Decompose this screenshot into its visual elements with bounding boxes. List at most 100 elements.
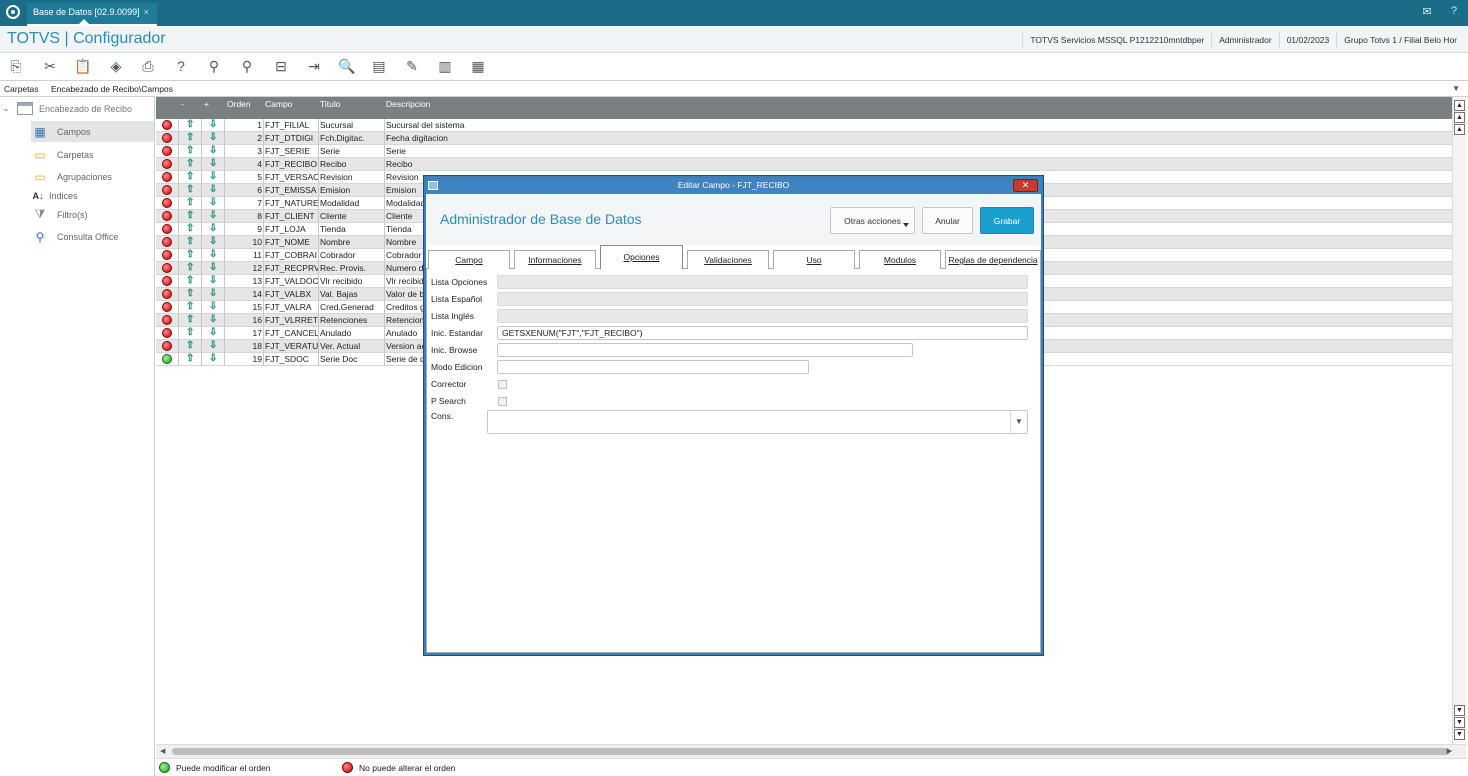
- scroll-up-icon[interactable]: ▲: [1454, 124, 1465, 135]
- move-down-icon[interactable]: ⇩: [209, 171, 217, 182]
- scroll-left-icon[interactable]: ◀: [160, 747, 165, 755]
- print-icon[interactable]: ⎙: [138, 56, 158, 76]
- scroll-bottom-icon[interactable]: ▼: [1454, 729, 1465, 740]
- inic-estandar-field[interactable]: GETSXENUM("FJT","FJT_RECIBO"): [497, 326, 1028, 340]
- table-row[interactable]: ⇧ ⇩ 3 FJT_SERIE Serie Serie: [156, 145, 1452, 158]
- move-up-icon[interactable]: ⇧: [186, 223, 194, 234]
- paste-icon[interactable]: 📋: [73, 56, 93, 76]
- copy-icon[interactable]: ⎘: [6, 56, 26, 76]
- close-icon[interactable]: ✕: [1013, 179, 1038, 192]
- edit-document-icon[interactable]: ✎: [402, 56, 422, 76]
- eraser-icon[interactable]: ◈: [106, 56, 126, 76]
- move-down-icon[interactable]: ⇩: [209, 340, 217, 351]
- totvs-logo-icon[interactable]: [6, 5, 20, 19]
- move-down-icon[interactable]: ⇩: [209, 236, 217, 247]
- move-down-icon[interactable]: ⇩: [209, 275, 217, 286]
- move-up-icon[interactable]: ⇧: [186, 249, 194, 260]
- col-orden-header[interactable]: Orden: [227, 99, 251, 109]
- sidebar-item-agrupaciones[interactable]: ▭ Agrupaciones: [31, 166, 154, 187]
- move-up-icon[interactable]: ⇧: [186, 171, 194, 182]
- chevron-down-icon[interactable]: ⌄: [3, 104, 13, 113]
- chevron-down-icon[interactable]: ▼: [1010, 411, 1027, 433]
- scroll-down-icon[interactable]: ▼: [1454, 705, 1465, 716]
- move-down-icon[interactable]: ⇩: [209, 158, 217, 169]
- move-up-icon[interactable]: ⇧: [186, 301, 194, 312]
- table-icon[interactable]: ▦: [468, 56, 488, 76]
- cons-estandar-combo[interactable]: ▼: [487, 410, 1028, 434]
- sidebar-item-filtros[interactable]: ⧩ Filtro(s): [31, 204, 154, 225]
- scroll-page-up-icon[interactable]: ▲: [1454, 112, 1465, 123]
- scroll-page-down-icon[interactable]: ▼: [1454, 717, 1465, 728]
- app-tab[interactable]: Base de Datos [02.9.0099] ×: [27, 3, 157, 26]
- mail-icon[interactable]: ✉: [1420, 5, 1434, 19]
- move-up-icon[interactable]: ⇧: [186, 210, 194, 221]
- move-down-icon[interactable]: ⇩: [209, 223, 217, 234]
- cut-icon[interactable]: ✂: [40, 56, 60, 76]
- move-up-icon[interactable]: ⇧: [186, 314, 194, 325]
- move-up-icon[interactable]: ⇧: [186, 262, 194, 273]
- scroll-right-icon[interactable]: ▶: [1447, 747, 1452, 755]
- col-campo-header[interactable]: Campo: [265, 99, 292, 109]
- table-row[interactable]: ⇧ ⇩ 2 FJT_DTDIGI Fch.Digitac. Fecha digitacio…: [156, 132, 1452, 145]
- move-down-icon[interactable]: ⇩: [209, 314, 217, 325]
- tab-uso[interactable]: Uso: [773, 250, 855, 269]
- move-down-icon[interactable]: ⇩: [209, 327, 217, 338]
- move-up-icon[interactable]: ⇧: [186, 288, 194, 299]
- move-down-icon[interactable]: ⇩: [209, 119, 217, 130]
- move-up-icon[interactable]: ⇧: [186, 145, 194, 156]
- sidebar-item-campos[interactable]: ▦ Campos: [31, 121, 154, 142]
- move-up-icon[interactable]: ⇧: [186, 158, 194, 169]
- sidebar-item-carpetas[interactable]: ▭ Carpetas: [31, 144, 154, 165]
- corrector-checkbox[interactable]: [498, 380, 507, 389]
- move-down-icon[interactable]: ⇩: [209, 210, 217, 221]
- col-titulo-header[interactable]: Titulo: [320, 99, 340, 109]
- inic-browse-field[interactable]: [497, 343, 913, 357]
- move-down-icon[interactable]: ⇩: [209, 249, 217, 260]
- horizontal-scrollbar[interactable]: ◀ ▶: [156, 744, 1466, 758]
- move-down-icon[interactable]: ⇩: [209, 353, 217, 364]
- new-document-icon[interactable]: ▤: [369, 56, 389, 76]
- table-delete-icon[interactable]: ⊟: [271, 56, 291, 76]
- help-icon[interactable]: ?: [171, 56, 191, 76]
- horizontal-scroll-thumb[interactable]: [172, 748, 1450, 755]
- tab-informaciones[interactable]: Informaciones: [514, 250, 596, 269]
- move-up-icon[interactable]: ⇧: [186, 119, 194, 130]
- move-up-icon[interactable]: ⇧: [186, 340, 194, 351]
- tab-campo[interactable]: Campo: [428, 250, 510, 269]
- modo-edicion-field[interactable]: [497, 360, 809, 374]
- search-next-icon[interactable]: ⚲: [237, 56, 257, 76]
- move-down-icon[interactable]: ⇩: [209, 262, 217, 273]
- p-search-checkbox[interactable]: [498, 397, 507, 406]
- tab-modulos[interactable]: Modulos: [859, 250, 941, 269]
- move-up-icon[interactable]: ⇧: [186, 236, 194, 247]
- tab-validaciones[interactable]: Validaciones: [687, 250, 769, 269]
- move-up-icon[interactable]: ⇧: [186, 132, 194, 143]
- breadcrumb-dropdown-icon[interactable]: ▼: [1452, 84, 1460, 93]
- app-tab-close-icon[interactable]: ×: [144, 7, 149, 17]
- scroll-top-icon[interactable]: ▲: [1454, 100, 1465, 111]
- move-up-icon[interactable]: ⇧: [186, 353, 194, 364]
- table-row[interactable]: ⇧ ⇩ 4 FJT_RECIBO Recibo Recibo: [156, 158, 1452, 171]
- help-circle-icon[interactable]: ?: [1447, 5, 1461, 19]
- move-up-icon[interactable]: ⇧: [186, 275, 194, 286]
- move-up-icon[interactable]: ⇧: [186, 327, 194, 338]
- move-down-icon[interactable]: ⇩: [209, 145, 217, 156]
- col-minus-header[interactable]: -: [181, 99, 184, 109]
- move-down-icon[interactable]: ⇩: [209, 288, 217, 299]
- grabar-button[interactable]: Grabar: [980, 207, 1034, 234]
- move-up-icon[interactable]: ⇧: [186, 184, 194, 195]
- anular-button[interactable]: Anular: [922, 207, 973, 234]
- move-down-icon[interactable]: ⇩: [209, 197, 217, 208]
- move-down-icon[interactable]: ⇩: [209, 132, 217, 143]
- otras-acciones-button[interactable]: Otras acciones: [830, 207, 915, 234]
- tab-opciones[interactable]: Opciones: [600, 245, 683, 270]
- tree-root[interactable]: ⌄ Encabezado de Recibo: [3, 102, 132, 115]
- sidebar-item-consulta-office[interactable]: ⚲ Consulta Office: [31, 226, 154, 247]
- move-down-icon[interactable]: ⇩: [209, 301, 217, 312]
- sidebar-item-indices[interactable]: A↓ Indices: [31, 185, 154, 206]
- table-row[interactable]: ⇧ ⇩ 1 FJT_FILIAL Sucursal Sucursal del sistem…: [156, 119, 1452, 132]
- col-descripcion-header[interactable]: Descripcion: [386, 99, 430, 109]
- search-icon[interactable]: ⚲: [204, 56, 224, 76]
- delete-document-icon[interactable]: ▥: [435, 56, 455, 76]
- exit-icon[interactable]: ⇥: [304, 56, 324, 76]
